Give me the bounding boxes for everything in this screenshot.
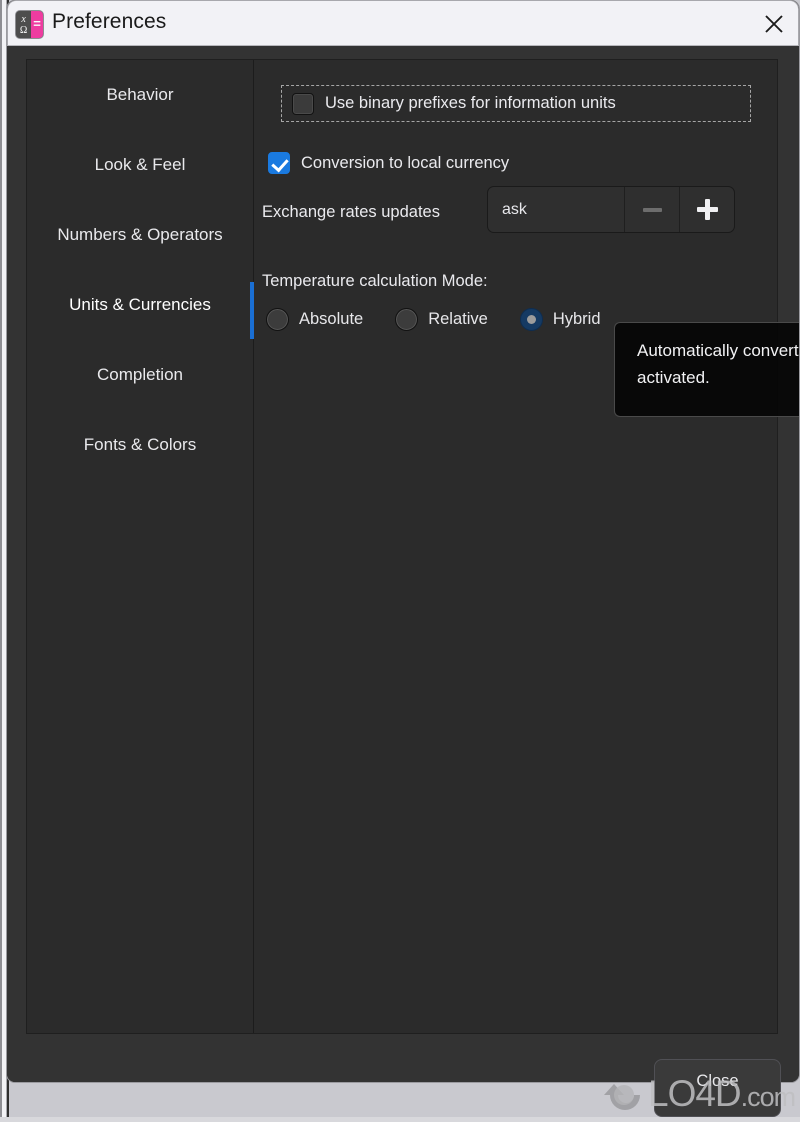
minus-icon [643, 208, 662, 212]
binary-prefixes-checkbox[interactable] [292, 93, 314, 115]
close-button-container: Close [654, 1059, 781, 1117]
calculator-icon-glyph-x: x [21, 14, 25, 25]
temperature-mode-label-relative: Relative [428, 310, 488, 329]
preferences-sidebar: Behavior Look & Feel Numbers & Operators… [27, 60, 254, 1033]
calculator-icon-right: = [31, 11, 43, 38]
title-bar: x Ω = Preferences [7, 0, 799, 46]
sidebar-item-label: Completion [97, 365, 183, 385]
temperature-mode-label-hybrid: Hybrid [553, 310, 601, 329]
binary-prefixes-label: Use binary prefixes for information unit… [325, 94, 616, 113]
plus-icon [697, 199, 718, 220]
binary-prefixes-row[interactable]: Use binary prefixes for information unit… [281, 85, 751, 122]
temperature-mode-absolute[interactable]: Absolute [266, 308, 363, 331]
window-body: Behavior Look & Feel Numbers & Operators… [7, 46, 799, 1083]
exchange-rates-spinner[interactable]: ask [487, 186, 735, 233]
preferences-panel: Behavior Look & Feel Numbers & Operators… [26, 59, 778, 1034]
exchange-rates-label: Exchange rates updates [262, 203, 440, 222]
exchange-rates-increment-button[interactable] [679, 187, 734, 232]
temperature-mode-label-absolute: Absolute [299, 310, 363, 329]
close-window-button[interactable] [750, 1, 798, 46]
sidebar-item-look-and-feel[interactable]: Look & Feel [27, 130, 253, 200]
temperature-mode-relative[interactable]: Relative [395, 308, 488, 331]
sidebar-item-completion[interactable]: Completion [27, 340, 253, 410]
calculator-icon-glyph-omega: Ω [20, 25, 27, 36]
temperature-mode-label: Temperature calculation Mode: [262, 272, 488, 291]
sidebar-item-label: Behavior [106, 85, 173, 105]
sidebar-item-fonts-and-colors[interactable]: Fonts & Colors [27, 410, 253, 480]
sidebar-item-behavior[interactable]: Behavior [27, 60, 253, 130]
preferences-window: x Ω = Preferences Behavior Look & Feel [6, 0, 800, 1083]
conversion-local-currency-label: Conversion to local currency [301, 154, 509, 173]
exchange-rates-decrement-button[interactable] [624, 187, 679, 232]
temperature-mode-hybrid[interactable]: Hybrid [520, 308, 601, 331]
radio-icon-selected [520, 308, 543, 331]
settings-content: Use binary prefixes for information unit… [254, 60, 777, 1033]
sidebar-item-label: Look & Feel [95, 155, 186, 175]
tooltip: Automatically convert to the local curre… [614, 322, 800, 417]
conversion-local-currency-checkbox[interactable] [268, 152, 290, 174]
sidebar-item-numbers-and-operators[interactable]: Numbers & Operators [27, 200, 253, 270]
exchange-rates-value[interactable]: ask [488, 187, 624, 232]
window-title: Preferences [52, 10, 166, 34]
radio-icon [266, 308, 289, 331]
close-icon [763, 13, 785, 35]
calculator-icon-left: x Ω [16, 11, 31, 38]
sidebar-item-label: Units & Currencies [69, 295, 211, 315]
conversion-local-currency-row[interactable]: Conversion to local currency [268, 152, 509, 174]
exchange-rates-row: Exchange rates updates ask [262, 203, 732, 222]
sidebar-item-label: Numbers & Operators [57, 225, 222, 245]
radio-icon [395, 308, 418, 331]
temperature-mode-radio-group: Absolute Relative Hybrid [266, 308, 633, 331]
sidebar-item-label: Fonts & Colors [84, 435, 196, 455]
sidebar-item-units-and-currencies[interactable]: Units & Currencies [27, 270, 253, 340]
close-button[interactable]: Close [654, 1059, 781, 1117]
calculator-icon: x Ω = [15, 10, 44, 39]
